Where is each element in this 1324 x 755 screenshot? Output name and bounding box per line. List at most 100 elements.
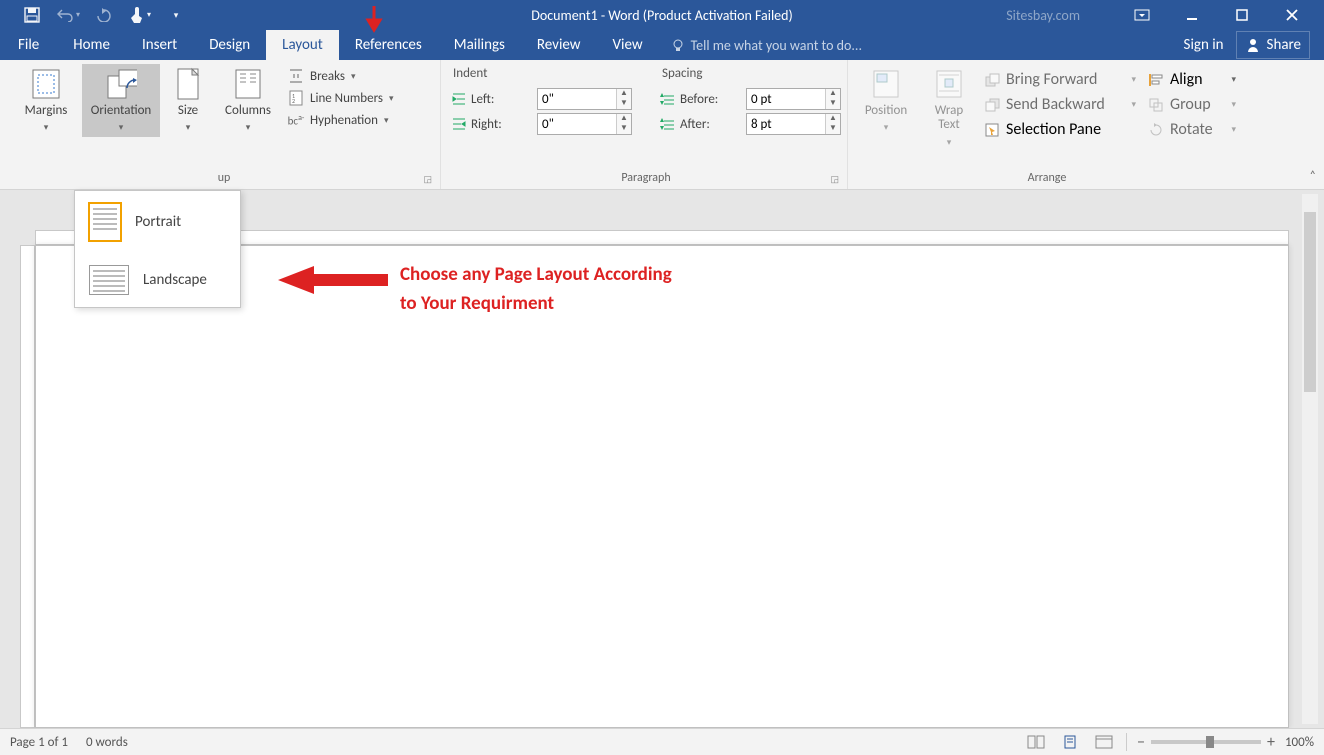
tab-mailings[interactable]: Mailings xyxy=(438,30,521,60)
status-page[interactable]: Page 1 of 1 xyxy=(10,735,68,750)
spin-down-icon[interactable]: ▼ xyxy=(826,124,840,134)
tab-review[interactable]: Review xyxy=(521,30,597,60)
window-title: Document1 - Word (Product Activation Fai… xyxy=(531,7,792,24)
hyphenation-label: Hyphenation xyxy=(310,113,378,128)
group-paragraph: Indent Left: ▲▼ Right: ▲▼ Spacing Before… xyxy=(441,60,848,189)
line-numbers-button[interactable]: 12 Line Numbers ▾ xyxy=(284,88,434,108)
hyphenation-button[interactable]: bca- Hyphenation ▾ xyxy=(284,110,434,130)
chevron-down-icon: ▾ xyxy=(119,122,124,133)
orientation-icon xyxy=(105,68,137,100)
line-numbers-label: Line Numbers xyxy=(310,91,383,106)
print-layout-icon[interactable] xyxy=(1058,732,1082,752)
tell-me-search[interactable]: Tell me what you want to do... xyxy=(659,30,862,60)
touch-mode-icon[interactable]: ▾ xyxy=(126,3,154,27)
status-bar: Page 1 of 1 0 words − + 100% xyxy=(0,728,1324,755)
watermark-text: Sitesbay.com xyxy=(1006,7,1110,24)
selection-pane-icon xyxy=(984,122,1000,138)
group-objects-button[interactable]: Group▾ xyxy=(1144,93,1240,116)
breaks-button[interactable]: Breaks ▾ xyxy=(284,66,434,86)
save-icon[interactable] xyxy=(18,3,46,27)
spin-down-icon[interactable]: ▼ xyxy=(617,124,631,134)
tab-insert[interactable]: Insert xyxy=(126,30,193,60)
tab-file[interactable]: File xyxy=(0,30,57,60)
zoom-level[interactable]: 100% xyxy=(1285,735,1314,750)
tab-layout[interactable]: Layout xyxy=(266,30,339,60)
chevron-down-icon: ▾ xyxy=(44,122,49,133)
lightbulb-icon xyxy=(671,38,685,52)
send-backward-button[interactable]: Send Backward▾ xyxy=(980,93,1140,116)
align-button[interactable]: Align▾ xyxy=(1144,68,1240,91)
svg-text:2: 2 xyxy=(292,97,295,105)
position-icon xyxy=(870,68,902,100)
rotate-icon xyxy=(1148,122,1164,138)
zoom-in-icon[interactable]: + xyxy=(1267,733,1275,752)
margins-button[interactable]: Margins ▾ xyxy=(14,64,78,137)
dialog-launcher-icon[interactable]: ◲ xyxy=(423,174,432,185)
tab-design[interactable]: Design xyxy=(193,30,266,60)
columns-button[interactable]: Columns ▾ xyxy=(216,64,280,137)
spacing-after-icon xyxy=(660,117,676,131)
spacing-after-input[interactable]: ▲▼ xyxy=(746,113,841,135)
position-button[interactable]: Position ▾ xyxy=(854,64,918,137)
tab-home[interactable]: Home xyxy=(57,30,126,60)
orientation-button[interactable]: Orientation ▾ xyxy=(82,64,160,137)
spin-down-icon[interactable]: ▼ xyxy=(826,99,840,109)
chevron-down-icon: ▾ xyxy=(246,122,251,133)
redo-icon[interactable] xyxy=(90,3,118,27)
rotate-label: Rotate xyxy=(1170,120,1213,139)
vertical-ruler[interactable] xyxy=(20,245,35,728)
sign-in-link[interactable]: Sign in xyxy=(1184,36,1224,54)
spin-down-icon[interactable]: ▼ xyxy=(617,99,631,109)
bring-forward-label: Bring Forward xyxy=(1006,70,1097,89)
breaks-label: Breaks xyxy=(310,69,345,84)
minimize-icon[interactable] xyxy=(1174,4,1210,26)
annotation-text: Choose any Page Layout According to Your… xyxy=(400,260,672,319)
size-icon xyxy=(172,68,204,100)
size-label: Size xyxy=(178,104,198,118)
indent-right-input[interactable]: ▲▼ xyxy=(537,113,632,135)
zoom-slider[interactable]: − + xyxy=(1137,733,1275,752)
close-icon[interactable] xyxy=(1274,4,1310,26)
zoom-out-icon[interactable]: − xyxy=(1137,733,1145,752)
web-layout-icon[interactable] xyxy=(1092,732,1116,752)
size-button[interactable]: Size ▾ xyxy=(164,64,212,137)
align-icon xyxy=(1148,72,1164,88)
spacing-before-icon xyxy=(660,92,676,106)
tab-view[interactable]: View xyxy=(597,30,659,60)
indent-left-icon xyxy=(451,92,467,106)
status-word-count[interactable]: 0 words xyxy=(86,735,128,750)
undo-icon[interactable]: ▾ xyxy=(54,3,82,27)
quick-access-toolbar: ▾ ▾ ▾ xyxy=(0,3,190,27)
spacing-title: Spacing xyxy=(660,64,841,85)
group-arrange: Position ▾ Wrap Text ▾ Bring Forward▾ Se… xyxy=(848,60,1246,189)
tab-references[interactable]: References xyxy=(339,30,438,60)
bring-forward-button[interactable]: Bring Forward▾ xyxy=(980,68,1140,91)
orientation-landscape-item[interactable]: Landscape xyxy=(75,253,240,307)
qat-customize-icon[interactable]: ▾ xyxy=(162,3,190,27)
vertical-scrollbar[interactable] xyxy=(1302,194,1318,724)
orientation-portrait-item[interactable]: Portrait xyxy=(75,191,240,253)
scrollbar-thumb[interactable] xyxy=(1304,212,1316,392)
spacing-before-input[interactable]: ▲▼ xyxy=(746,88,841,110)
dialog-launcher-icon[interactable]: ◲ xyxy=(830,174,839,185)
rotate-button[interactable]: Rotate ▾ xyxy=(1144,118,1240,141)
ribbon-display-icon[interactable] xyxy=(1124,4,1160,26)
chevron-down-icon: ▾ xyxy=(186,122,191,133)
selection-pane-label: Selection Pane xyxy=(1006,120,1101,139)
group-label: Group xyxy=(1170,95,1211,114)
columns-label: Columns xyxy=(225,104,271,118)
margins-icon xyxy=(30,68,62,100)
indent-left-input[interactable]: ▲▼ xyxy=(537,88,632,110)
wrap-text-button[interactable]: Wrap Text ▾ xyxy=(922,64,976,152)
landscape-label: Landscape xyxy=(143,271,207,289)
maximize-icon[interactable] xyxy=(1224,4,1260,26)
share-button[interactable]: Share xyxy=(1236,31,1310,59)
selection-pane-button[interactable]: Selection Pane xyxy=(980,118,1140,141)
bring-forward-icon xyxy=(984,72,1000,88)
indent-left-label: Left: xyxy=(471,92,533,107)
chevron-down-icon: ▾ xyxy=(1231,124,1236,135)
page-setup-group-label: up◲ xyxy=(14,171,434,187)
read-mode-icon[interactable] xyxy=(1024,732,1048,752)
collapse-ribbon-icon[interactable]: ˄ xyxy=(1310,169,1316,183)
chevron-down-icon: ▾ xyxy=(384,115,389,126)
